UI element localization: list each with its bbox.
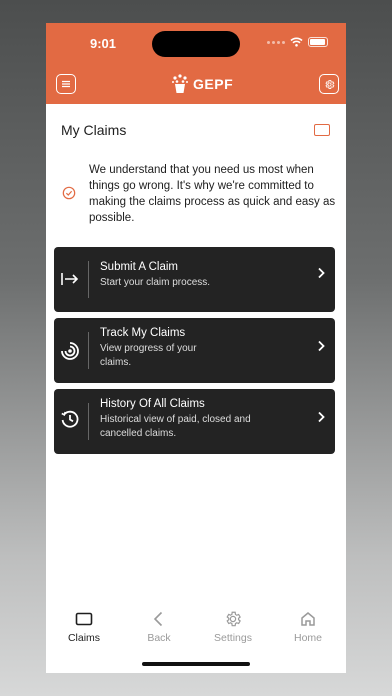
card-title: History Of All Claims [100,398,205,410]
history-icon [61,410,79,428]
settings-shortcut-button[interactable] [319,74,339,94]
check-circle-icon [62,186,76,200]
intro-text: We understand that you need us most when… [89,164,336,224]
card-subtitle: Start your claim process. [100,277,211,288]
card-subtitle: Historical view of paid, closed and canc… [100,414,251,439]
claims-icon [75,612,93,626]
track-target-icon [61,342,79,360]
brand-name: GEPF [193,76,234,92]
arrow-to-bar-icon [61,273,79,285]
track-claims-card[interactable]: Track My Claims View progress of your cl… [54,318,335,383]
chevron-right-icon [318,340,325,352]
menu-icon [62,80,70,88]
tab-label: Home [293,632,322,644]
submit-claim-card[interactable]: Submit A Claim Start your claim process. [54,247,335,312]
tab-label: Settings [214,632,252,644]
status-icons [267,37,328,47]
chevron-left-icon [153,611,163,627]
chevron-right-icon [318,267,325,279]
tab-bar: Claims Back Settings Home [46,605,346,665]
status-time: 9:01 [90,36,117,51]
gear-icon [324,79,334,89]
app-header: 9:01 GEPF [46,23,346,104]
signal-icon [267,40,285,44]
page-title: My Claims [61,122,127,138]
tab-label: Back [147,632,171,644]
battery-icon [308,37,328,47]
claims-history-card[interactable]: History Of All Claims Historical view of… [54,389,335,454]
logo-icon [172,74,188,93]
chevron-right-icon [318,411,325,423]
card-title: Track My Claims [100,327,186,339]
tab-claims[interactable]: Claims [54,610,114,644]
card-title: Submit A Claim [100,261,178,273]
tab-label: Claims [67,632,101,644]
gepf-logo: GEPF [170,73,233,95]
card-divider [88,403,89,440]
tab-home[interactable]: Home [278,610,338,644]
menu-button[interactable] [56,74,76,94]
card-divider [88,261,89,298]
card-divider [88,332,89,369]
tab-settings[interactable]: Settings [203,610,263,644]
wifi-icon [290,37,303,47]
title-row: My Claims [61,122,331,142]
tab-back[interactable]: Back [129,610,189,644]
app-screen: 9:01 GEPF My Claims We understand that y… [46,23,346,673]
card-subtitle: View progress of your claims. [100,343,197,368]
home-indicator [142,662,250,666]
dynamic-island [152,31,240,57]
claims-icon [314,124,330,136]
home-icon [301,612,315,626]
gear-icon [226,611,241,627]
